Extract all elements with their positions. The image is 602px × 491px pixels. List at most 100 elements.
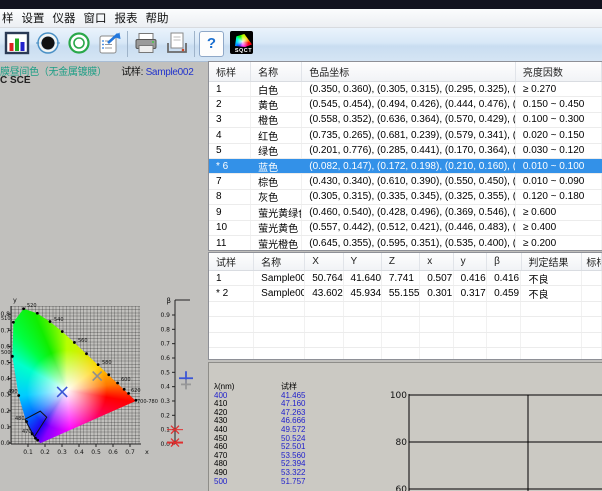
cell: 7.741 (382, 271, 420, 285)
print-preview-button[interactable] (163, 30, 190, 58)
svg-text:0.5: 0.5 (160, 369, 170, 376)
cell (487, 317, 521, 331)
table-row-standard-5[interactable]: 5绿色(0.201, 0.776), (0.285, 0.441), (0.17… (209, 144, 602, 159)
cell: (0.201, 0.776), (0.285, 0.441), (0.170, … (302, 144, 516, 158)
table-row-standard-10[interactable]: 10萤光黄色(0.557, 0.442), (0.512, 0.421), (0… (209, 221, 602, 236)
measurement-condition-label: C SCE (0, 75, 31, 86)
cell: 5 (209, 144, 251, 158)
cell: 红色 (251, 128, 302, 142)
column-header-1[interactable]: 试样 (209, 253, 254, 270)
svg-text:0.8: 0.8 (160, 326, 170, 333)
cell: 0.301 (420, 286, 453, 300)
table-row-standard-3[interactable]: 3橙色(0.558, 0.352), (0.636, 0.364), (0.57… (209, 113, 602, 128)
column-header-3[interactable]: X (305, 253, 343, 270)
cell: (0.557, 0.442), (0.512, 0.421), (0.446, … (302, 221, 516, 235)
cell (521, 333, 582, 347)
print-button[interactable] (132, 30, 159, 58)
cell (582, 286, 602, 300)
ring-icon (66, 30, 92, 56)
chromaticity-diagram: 0.10.20.30.40.50.60.7x0.00.10.20.30.40.5… (0, 290, 206, 491)
column-header-6[interactable]: x (420, 253, 453, 270)
svg-text:0.6: 0.6 (160, 355, 170, 362)
svg-text:0.4: 0.4 (0, 376, 10, 383)
table-row-standard-7[interactable]: 7棕色(0.430, 0.340), (0.610, 0.390), (0.55… (209, 174, 602, 189)
table-row-standard-8[interactable]: 8灰色(0.305, 0.315), (0.335, 0.345), (0.32… (209, 190, 602, 205)
column-header-4[interactable]: Y (344, 253, 382, 270)
cell (382, 348, 420, 360)
column-header-2[interactable]: 名称 (251, 62, 302, 81)
table-row-standard-6[interactable]: * 6蓝色(0.082, 0.147), (0.172, 0.198), (0.… (209, 159, 602, 174)
svg-text:0.2: 0.2 (40, 449, 50, 456)
column-header-10[interactable]: 标样 (582, 253, 602, 270)
cell (582, 348, 602, 360)
cell: 9 (209, 205, 251, 219)
samples-table-header: 试样名称XYZxyβ判定结果标样 (209, 253, 602, 271)
svg-text:0.9: 0.9 (160, 312, 170, 319)
column-header-2[interactable]: 名称 (254, 253, 305, 270)
column-header-4[interactable]: 亮度因数 (516, 62, 602, 81)
column-header-3[interactable]: 色品坐标 (302, 62, 516, 81)
menu-item-2[interactable]: 设置 (21, 10, 46, 26)
reflectance-chart: 1008060 (389, 363, 602, 491)
menu-item-1[interactable]: 样 (1, 10, 15, 26)
table-row-standard-9[interactable]: 9萤光黄绿色(0.460, 0.540), (0.428, 0.496), (0… (209, 205, 602, 220)
cell: 蓝色 (251, 159, 302, 173)
cell: Sample001 (254, 271, 305, 285)
table-row-empty (209, 317, 602, 332)
column-header-8[interactable]: β (487, 253, 521, 270)
svg-text:700-780: 700-780 (137, 399, 158, 405)
export-report-button[interactable] (96, 30, 123, 58)
cell: 0.416 (487, 271, 521, 285)
cell: (0.645, 0.355), (0.595, 0.351), (0.535, … (302, 236, 516, 250)
table-row-standard-11[interactable]: 11萤光橙色(0.645, 0.355), (0.595, 0.351), (0… (209, 236, 602, 251)
toolbar-separator (194, 31, 195, 57)
table-row-empty (209, 333, 602, 348)
svg-text:500: 500 (1, 350, 11, 356)
cell: 8 (209, 190, 251, 204)
svg-text:0.7: 0.7 (0, 327, 10, 334)
table-row-standard-1[interactable]: 1白色(0.350, 0.360), (0.305, 0.315), (0.29… (209, 82, 602, 97)
menu-item-6[interactable]: 帮助 (145, 10, 170, 26)
sample-measure-button[interactable] (65, 30, 92, 58)
table-row-standard-4[interactable]: 4红色(0.735, 0.265), (0.681, 0.239), (0.57… (209, 128, 602, 143)
cell: (0.082, 0.147), (0.172, 0.198), (0.210, … (302, 159, 516, 173)
menu-item-3[interactable]: 仪器 (52, 10, 77, 26)
svg-text:560: 560 (78, 338, 88, 344)
menu-item-4[interactable]: 窗口 (83, 10, 108, 26)
sqct-logo-icon: SQCT (230, 31, 253, 54)
sqct-button[interactable]: SQCT (228, 30, 255, 58)
printer-icon (133, 30, 159, 56)
chart-view-button[interactable] (3, 30, 30, 58)
svg-text:540: 540 (54, 317, 64, 323)
cell: 0.020 ~ 0.150 (516, 128, 602, 142)
column-header-1[interactable]: 标样 (209, 62, 251, 81)
svg-text:0.2: 0.2 (160, 412, 170, 419)
cell: 不良 (521, 286, 582, 300)
cell: 10 (209, 221, 251, 235)
cell: (0.735, 0.265), (0.681, 0.239), (0.579, … (302, 128, 516, 142)
cell: ≥ 0.400 (516, 221, 602, 235)
cell (582, 302, 602, 316)
cell (305, 348, 343, 360)
table-row-empty (209, 302, 602, 317)
cell: 43.602 (305, 286, 343, 300)
svg-text:580: 580 (102, 360, 112, 366)
standard-measure-button[interactable] (34, 30, 61, 58)
svg-text:620: 620 (131, 388, 141, 394)
cell (420, 317, 453, 331)
cell: 萤光黄绿色 (251, 205, 302, 219)
menu-item-5[interactable]: 报表 (114, 10, 139, 26)
cell: 白色 (251, 82, 302, 96)
svg-text:β: β (167, 297, 171, 305)
column-header-7[interactable]: y (454, 253, 487, 270)
cell: 0.416 (454, 271, 487, 285)
help-button[interactable]: ? (198, 30, 225, 58)
svg-text:480: 480 (15, 416, 25, 422)
table-row-standard-2[interactable]: 2黄色(0.545, 0.454), (0.494, 0.426), (0.44… (209, 97, 602, 112)
svg-text:60: 60 (396, 485, 408, 491)
cell: (0.430, 0.340), (0.610, 0.390), (0.550, … (302, 174, 516, 188)
column-header-9[interactable]: 判定结果 (522, 253, 583, 270)
column-header-5[interactable]: Z (382, 253, 420, 270)
table-row-sample-2[interactable]: * 2Sample00243.60245.93455.1550.3010.317… (209, 286, 602, 301)
table-row-sample-1[interactable]: 1Sample00150.76441.6407.7410.5070.4160.4… (209, 271, 602, 286)
